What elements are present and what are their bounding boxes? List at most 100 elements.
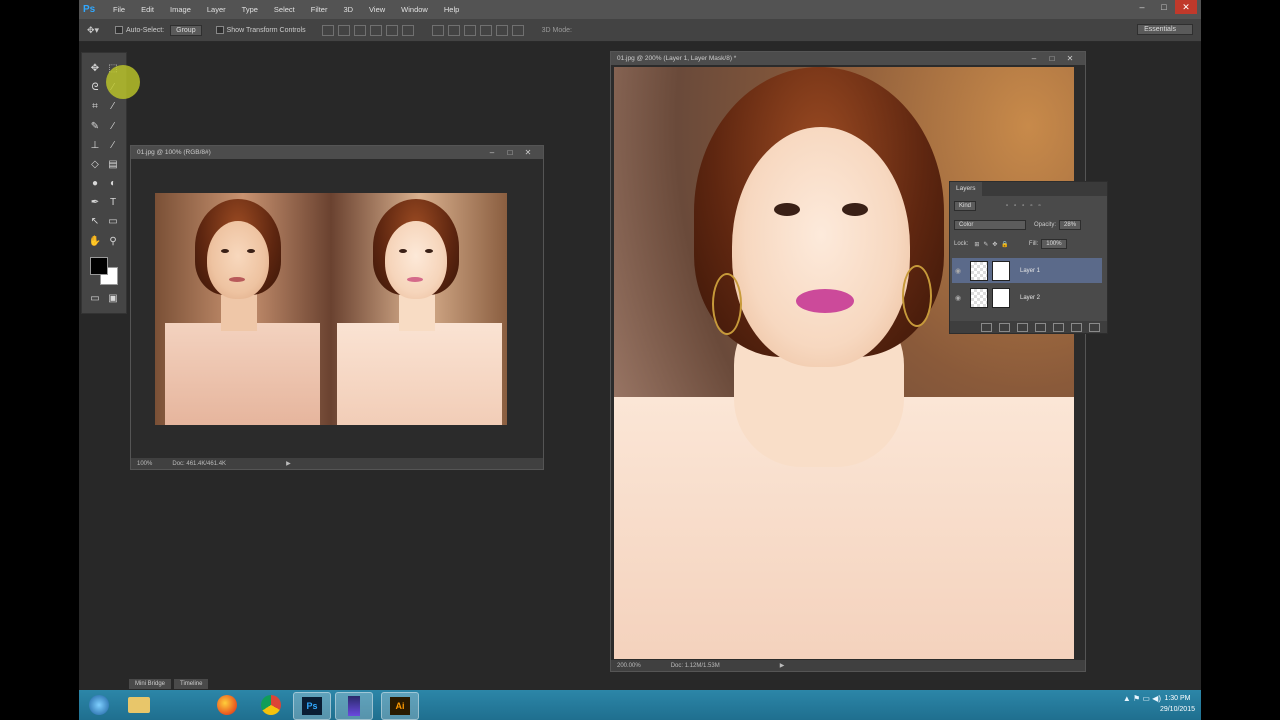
doc-maximize-button[interactable]: □ — [1043, 52, 1061, 65]
layer-style-icon[interactable] — [999, 322, 1010, 332]
fill-field[interactable]: 100% — [1041, 239, 1067, 249]
photoshop-icon[interactable]: Ps — [293, 692, 331, 720]
add-mask-icon[interactable] — [1017, 322, 1028, 332]
healing-brush-tool-icon[interactable]: ✎ — [86, 119, 104, 135]
transform-controls-checkbox[interactable]: Show Transform Controls — [215, 26, 306, 34]
history-brush-tool-icon[interactable]: ∕ — [104, 138, 122, 154]
menu-type[interactable]: Type — [234, 0, 266, 19]
status-menu-arrow-icon[interactable]: ▶ — [780, 662, 785, 669]
clone-stamp-tool-icon[interactable]: ⊥ — [86, 138, 104, 154]
document-window-small[interactable]: 01.jpg @ 100% (RGB/8#) – □ ✕ 100% Doc: 4… — [130, 145, 544, 470]
type-tool-icon[interactable]: T — [104, 195, 122, 211]
crop-tool-icon[interactable]: ⌗ — [86, 99, 104, 115]
menu-3d[interactable]: 3D — [335, 0, 361, 19]
blend-mode-dropdown[interactable]: Color — [954, 220, 1026, 230]
doc-close-button[interactable]: ✕ — [519, 146, 537, 159]
blur-tool-icon[interactable]: ● — [86, 176, 104, 192]
chrome-icon[interactable] — [253, 692, 289, 718]
zoom-tool-icon[interactable]: ⚲ — [104, 234, 122, 250]
menu-file[interactable]: File — [105, 0, 133, 19]
maximize-button[interactable]: □ — [1153, 0, 1175, 14]
layer-row[interactable]: ◉ Layer 1 — [952, 258, 1102, 283]
system-tray[interactable]: ▲ ⚑ ▭ ◀) — [1123, 694, 1161, 703]
eraser-tool-icon[interactable]: ◇ — [86, 157, 104, 173]
menu-window[interactable]: Window — [393, 0, 436, 19]
workspace-switcher[interactable]: Essentials — [1137, 24, 1193, 35]
path-select-tool-icon[interactable]: ↖ — [86, 214, 104, 230]
system-clock[interactable]: 1:30 PM 29/10/2015 — [1160, 693, 1195, 715]
link-layers-icon[interactable] — [981, 322, 992, 332]
canvas-image-comparison[interactable] — [155, 193, 507, 425]
foreground-color-swatch[interactable] — [90, 257, 108, 275]
canvas-image-portrait[interactable] — [614, 67, 1074, 659]
doc-maximize-button[interactable]: □ — [501, 146, 519, 159]
filter-type-icons[interactable]: ▫▫▫▫▫ — [1006, 203, 1047, 209]
align-bottom-icon[interactable] — [353, 24, 366, 36]
file-explorer-icon[interactable] — [121, 692, 157, 718]
move-tool-preset-icon[interactable]: ✥▾ — [79, 25, 107, 36]
document-title-bar[interactable]: 01.jpg @ 200% (Layer 1, Layer Mask/8) * … — [611, 52, 1085, 65]
new-group-icon[interactable] — [1053, 322, 1064, 332]
media-app-icon[interactable] — [335, 692, 373, 720]
menu-help[interactable]: Help — [436, 0, 467, 19]
align-hcenter-icon[interactable] — [385, 24, 398, 36]
visibility-eye-icon[interactable]: ◉ — [952, 267, 964, 275]
dodge-tool-icon[interactable]: ◐ — [104, 176, 122, 192]
menu-image[interactable]: Image — [162, 0, 199, 19]
distribute-left-icon[interactable] — [479, 24, 492, 36]
zoom-level[interactable]: 100% — [137, 461, 152, 467]
illustrator-icon[interactable]: Ai — [381, 692, 419, 720]
window-controls: – □ ✕ — [1131, 0, 1197, 14]
distribute-hcenter-icon[interactable] — [495, 24, 508, 36]
gradient-tool-icon[interactable]: ▤ — [104, 157, 122, 173]
zoom-level[interactable]: 200.00% — [617, 663, 641, 669]
document-window-large[interactable]: 01.jpg @ 200% (Layer 1, Layer Mask/8) * … — [610, 51, 1086, 672]
rectangle-tool-icon[interactable]: ▭ — [104, 214, 122, 230]
auto-select-checkbox[interactable]: Auto-Select: — [115, 26, 164, 34]
align-vcenter-icon[interactable] — [337, 24, 350, 36]
opacity-field[interactable]: 28% — [1059, 220, 1082, 230]
align-top-icon[interactable] — [321, 24, 334, 36]
brush-tool-icon[interactable]: ∕ — [104, 119, 122, 135]
delete-layer-icon[interactable] — [1089, 322, 1100, 332]
pen-tool-icon[interactable]: ✒ — [86, 195, 104, 211]
eyedropper-tool-icon[interactable]: ⁄ — [104, 99, 122, 115]
lock-icons[interactable]: ⊞✎✥🔒 — [974, 241, 1013, 248]
quick-mask-icon[interactable]: ▭ — [86, 291, 104, 307]
distribute-right-icon[interactable] — [511, 24, 524, 36]
auto-select-dropdown[interactable]: Group — [170, 24, 202, 36]
tab-timeline[interactable]: Timeline — [174, 679, 209, 689]
menu-filter[interactable]: Filter — [303, 0, 336, 19]
close-button[interactable]: ✕ — [1175, 0, 1197, 14]
lasso-tool-icon[interactable]: ᘓ — [86, 80, 104, 96]
doc-minimize-button[interactable]: – — [1025, 52, 1043, 65]
menu-select[interactable]: Select — [266, 0, 303, 19]
doc-close-button[interactable]: ✕ — [1061, 52, 1079, 65]
layer-mask-thumbnail[interactable] — [992, 260, 1010, 281]
document-title-bar[interactable]: 01.jpg @ 100% (RGB/8#) – □ ✕ — [131, 146, 543, 159]
distribute-vcenter-icon[interactable] — [447, 24, 460, 36]
doc-minimize-button[interactable]: – — [483, 146, 501, 159]
windows-start-icon[interactable] — [81, 692, 117, 718]
distribute-bottom-icon[interactable] — [463, 24, 476, 36]
filter-kind-dropdown[interactable]: Kind — [954, 201, 977, 211]
layer-mask-thumbnail[interactable] — [992, 287, 1010, 308]
visibility-eye-icon[interactable]: ◉ — [952, 294, 964, 302]
hand-tool-icon[interactable]: ✋ — [86, 234, 104, 250]
minimize-button[interactable]: – — [1131, 0, 1153, 14]
status-menu-arrow-icon[interactable]: ▶ — [286, 460, 291, 467]
align-left-icon[interactable] — [369, 24, 382, 36]
new-layer-icon[interactable] — [1071, 322, 1082, 332]
tab-layers[interactable]: Layers — [950, 182, 982, 196]
menu-layer[interactable]: Layer — [199, 0, 234, 19]
menu-view[interactable]: View — [361, 0, 393, 19]
distribute-top-icon[interactable] — [431, 24, 444, 36]
firefox-icon[interactable] — [209, 692, 245, 718]
screen-mode-icon[interactable]: ▣ — [104, 291, 122, 307]
tab-mini-bridge[interactable]: Mini Bridge — [129, 679, 172, 689]
menu-edit[interactable]: Edit — [133, 0, 162, 19]
align-right-icon[interactable] — [401, 24, 414, 36]
layer-row[interactable]: ◉ Layer 2 — [952, 285, 1102, 310]
move-tool-icon[interactable]: ✥ — [86, 61, 104, 77]
adjustment-layer-icon[interactable] — [1035, 322, 1046, 332]
